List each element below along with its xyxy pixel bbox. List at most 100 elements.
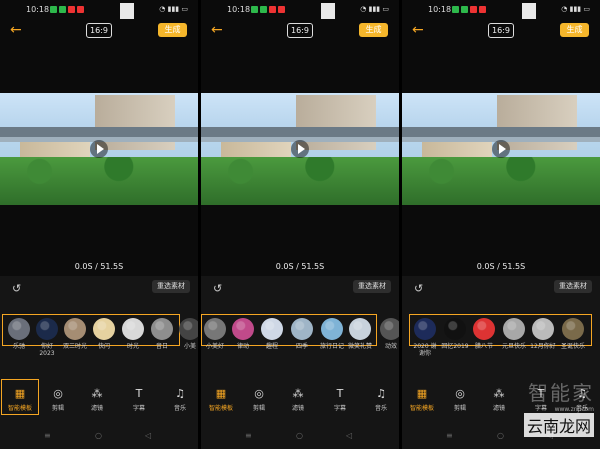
signal-battery-icons: ◔ ▮▮▮ ▭ bbox=[561, 5, 590, 13]
play-icon[interactable] bbox=[291, 140, 309, 158]
tab-label: 滤镜 bbox=[90, 405, 103, 412]
tab-filter[interactable]: ⁂ 滤镜 bbox=[280, 387, 316, 412]
status-bar: 10:18 ◔ ▮▮▮ ▭ bbox=[402, 3, 600, 19]
template-thumb[interactable]: 快闪 bbox=[90, 318, 118, 350]
generate-button[interactable]: 生成 bbox=[158, 23, 187, 37]
tab-music[interactable]: ♫ 音乐 bbox=[363, 387, 399, 412]
top-bar: ← 16:9 生成 bbox=[0, 20, 198, 42]
template-thumb[interactable]: 旅行日记 bbox=[318, 318, 346, 350]
bridge bbox=[0, 127, 198, 137]
app-notification-icon bbox=[68, 6, 75, 13]
reselect-material-button[interactable]: 重选素材 bbox=[353, 280, 391, 293]
text-icon: T bbox=[135, 387, 143, 400]
template-thumb[interactable]: 2020 谢谢你 bbox=[411, 318, 439, 357]
template-thumb[interactable]: 时光 bbox=[119, 318, 147, 350]
redacted-block bbox=[321, 3, 335, 19]
tab-grid[interactable]: ▦ 智能模板 bbox=[404, 387, 440, 412]
template-label: 乐驰 bbox=[12, 343, 25, 350]
app-notification-icon bbox=[461, 6, 468, 13]
template-label: 音日 bbox=[155, 343, 168, 350]
tab-filter[interactable]: ⁂ 滤镜 bbox=[481, 387, 517, 412]
undo-icon[interactable]: ↺ bbox=[414, 282, 423, 295]
template-thumb[interactable]: 双三时光 bbox=[61, 318, 89, 350]
tab-scissors[interactable]: ◎ 剪辑 bbox=[241, 387, 277, 412]
app-notification-icon bbox=[479, 6, 486, 13]
template-thumbnail-image bbox=[151, 318, 173, 340]
aspect-ratio-button[interactable]: 16:9 bbox=[86, 23, 112, 38]
phone-screen-1: 10:18 ◔ ▮▮▮ ▭ ← 16:9 生成 0.0S / 51.5S ↺ 重… bbox=[0, 0, 198, 449]
template-thumb[interactable]: 四季 bbox=[288, 318, 316, 350]
notification-icons bbox=[251, 6, 285, 13]
home-icon[interactable]: ○ bbox=[296, 431, 303, 440]
filter-icon: ⁂ bbox=[493, 387, 505, 400]
template-label: 双三时光 bbox=[62, 343, 87, 350]
tab-grid[interactable]: ▦ 智能模板 bbox=[2, 387, 38, 412]
template-thumb[interactable]: 小美好 bbox=[201, 318, 229, 350]
aspect-ratio-button[interactable]: 16:9 bbox=[488, 23, 514, 38]
template-label: 你好 2023 bbox=[39, 343, 55, 357]
tab-label: 剪辑 bbox=[453, 405, 466, 412]
template-thumb[interactable]: 音日 bbox=[148, 318, 176, 350]
back-nav-icon[interactable]: ◁ bbox=[145, 431, 151, 440]
template-label: 小美好 bbox=[205, 343, 224, 350]
recent-apps-icon[interactable]: ≡ bbox=[44, 431, 51, 440]
tab-text[interactable]: T 字幕 bbox=[121, 387, 157, 412]
tab-filter[interactable]: ⁂ 滤镜 bbox=[79, 387, 115, 412]
tab-scissors[interactable]: ◎ 剪辑 bbox=[442, 387, 478, 412]
template-thumb[interactable]: 律动 bbox=[229, 318, 257, 350]
app-notification-icon bbox=[59, 6, 66, 13]
tab-music[interactable]: ♫ 音乐 bbox=[162, 387, 198, 412]
undo-icon[interactable]: ↺ bbox=[213, 282, 222, 295]
tab-text[interactable]: T 字幕 bbox=[322, 387, 358, 412]
recent-apps-icon[interactable]: ≡ bbox=[245, 431, 252, 440]
tab-label: 音乐 bbox=[374, 405, 387, 412]
home-icon[interactable]: ○ bbox=[95, 431, 102, 440]
play-icon[interactable] bbox=[492, 140, 510, 158]
template-thumb[interactable]: 动效 bbox=[377, 318, 399, 350]
recent-apps-icon[interactable]: ≡ bbox=[446, 431, 453, 440]
music-icon: ♫ bbox=[175, 387, 185, 400]
video-preview[interactable] bbox=[0, 93, 198, 205]
trees bbox=[201, 157, 399, 205]
back-arrow-icon[interactable]: ← bbox=[10, 22, 22, 38]
video-preview[interactable] bbox=[201, 93, 399, 205]
tab-scissors[interactable]: ◎ 剪辑 bbox=[40, 387, 76, 412]
watermark-site: www.znj.com bbox=[554, 406, 594, 413]
template-thumbnail-image bbox=[291, 318, 313, 340]
template-label: 快闪 bbox=[97, 343, 110, 350]
template-thumb[interactable]: 圣诞快乐 bbox=[559, 318, 587, 350]
system-nav-bar: ≡ ○ ◁ bbox=[201, 431, 399, 445]
tab-label: 音乐 bbox=[173, 405, 186, 412]
template-thumb[interactable]: 腊八节 bbox=[470, 318, 498, 350]
template-thumb[interactable]: 小美 bbox=[176, 318, 198, 350]
undo-icon[interactable]: ↺ bbox=[12, 282, 21, 295]
watermark: 智能家 www.znj.com 云南龙网 bbox=[523, 377, 594, 437]
bottom-tabs: ▦ 智能模板 ◎ 剪辑 ⁂ 滤镜 T 字幕 ♫ 音乐 bbox=[201, 387, 399, 417]
editor-panel: ↺ 重选素材 小美好 律动 趣程 四季 旅行日记 微笑礼赞 动效 ▦ 智能模板 … bbox=[201, 276, 399, 449]
back-nav-icon[interactable]: ◁ bbox=[346, 431, 352, 440]
play-icon[interactable] bbox=[90, 140, 108, 158]
home-icon[interactable]: ○ bbox=[497, 431, 504, 440]
app-notification-icon bbox=[452, 6, 459, 13]
template-thumb[interactable]: 你好 2023 bbox=[33, 318, 61, 357]
trees bbox=[402, 157, 600, 205]
back-arrow-icon[interactable]: ← bbox=[412, 22, 424, 38]
signal-battery-icons: ◔ ▮▮▮ ▭ bbox=[360, 5, 389, 13]
template-strip: 乐驰 你好 2023 双三时光 快闪 时光 音日 小美 bbox=[0, 318, 198, 357]
tab-grid[interactable]: ▦ 智能模板 bbox=[203, 387, 239, 412]
template-thumb[interactable]: 元旦快乐 bbox=[500, 318, 528, 350]
template-thumb[interactable]: 乐驰 bbox=[5, 318, 33, 350]
reselect-material-button[interactable]: 重选素材 bbox=[152, 280, 190, 293]
template-thumb[interactable]: 回忆2019 bbox=[441, 318, 469, 350]
bridge bbox=[201, 127, 399, 137]
video-preview[interactable] bbox=[402, 93, 600, 205]
template-thumb[interactable]: 12月你好 bbox=[529, 318, 557, 350]
generate-button[interactable]: 生成 bbox=[560, 23, 589, 37]
template-thumb[interactable]: 微笑礼赞 bbox=[346, 318, 374, 350]
back-arrow-icon[interactable]: ← bbox=[211, 22, 223, 38]
template-thumb[interactable]: 趣程 bbox=[258, 318, 286, 350]
template-thumbnail-image bbox=[562, 318, 584, 340]
reselect-material-button[interactable]: 重选素材 bbox=[554, 280, 592, 293]
aspect-ratio-button[interactable]: 16:9 bbox=[287, 23, 313, 38]
generate-button[interactable]: 生成 bbox=[359, 23, 388, 37]
